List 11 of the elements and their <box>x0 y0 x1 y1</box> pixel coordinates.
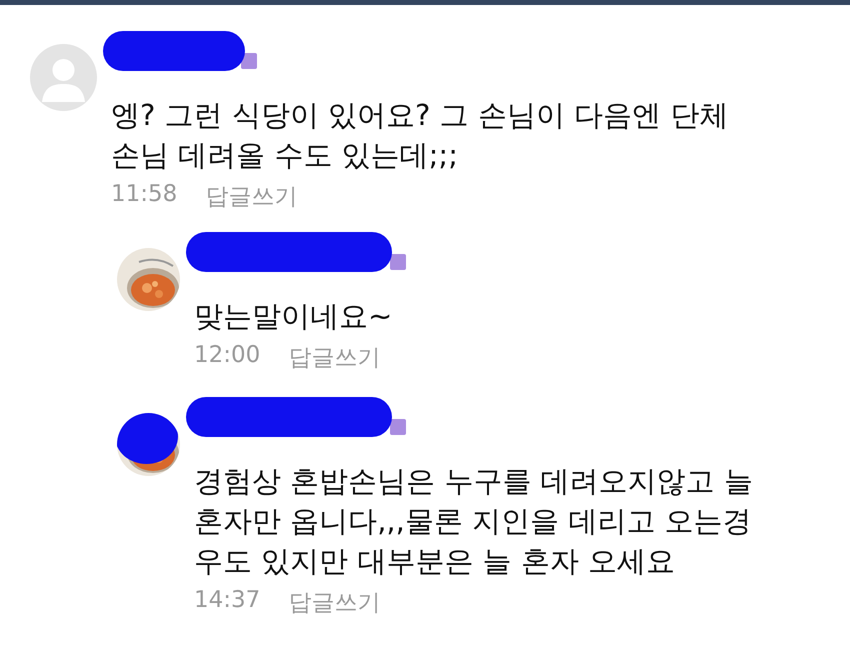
comment-time: 11:58 <box>111 181 178 209</box>
comment-time: 14:37 <box>194 587 260 615</box>
badge-icon <box>390 254 406 270</box>
reply-link[interactable]: 답글쓰기 <box>288 587 380 618</box>
comment-text: 경험상 혼밥손님은 누구를 데려오지않고 늘 혼자만 옵니다,,,물론 지인을 데리고 오는경 우도 있지만 대부분은 늘 혼자 오세요 <box>194 463 753 580</box>
comment-text: 맞는말이네요~ <box>194 298 394 335</box>
badge-icon <box>390 419 406 435</box>
comment-text: 엥? 그런 식당이 있어요? 그 손님이 다음엔 단체 손님 데려올 수도 있는데;;; <box>111 97 728 174</box>
reply-link[interactable]: 답글쓰기 <box>205 181 298 212</box>
comment-time: 12:00 <box>194 342 260 370</box>
reply-link[interactable]: 답글쓰기 <box>288 342 380 373</box>
